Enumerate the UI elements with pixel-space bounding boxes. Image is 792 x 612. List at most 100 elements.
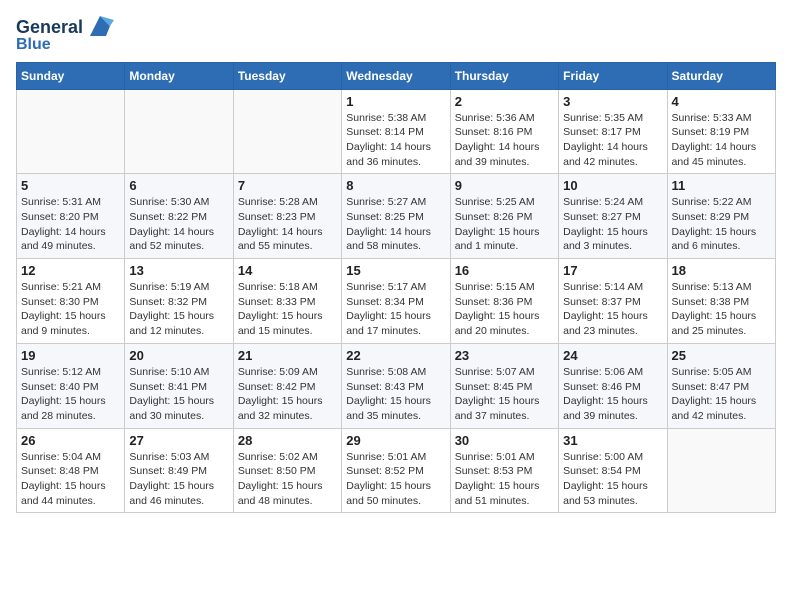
day-number: 6 — [129, 178, 228, 193]
weekday-header-thursday: Thursday — [450, 62, 558, 89]
calendar-cell: 5Sunrise: 5:31 AMSunset: 8:20 PMDaylight… — [17, 174, 125, 259]
day-info: Sunrise: 5:28 AMSunset: 8:23 PMDaylight:… — [238, 195, 337, 254]
calendar-table: SundayMondayTuesdayWednesdayThursdayFrid… — [16, 62, 776, 514]
calendar-cell: 7 Sunrise: 5:28 AMSunset: 8:23 PMDaylight… — [233, 174, 341, 259]
calendar-cell: 27 Sunrise: 5:03 AMSunset: 8:49 PMDayligh… — [125, 428, 233, 513]
day-info: Sunrise: 5:31 AMSunset: 8:20 PMDaylight:… — [21, 195, 120, 254]
day-info: Sunrise: 5:18 AMSunset: 8:33 PMDaylight:… — [238, 280, 337, 339]
weekday-header-row: SundayMondayTuesdayWednesdayThursdayFrid… — [17, 62, 776, 89]
calendar-cell: 22 Sunrise: 5:08 AMSunset: 8:43 PMDayligh… — [342, 343, 450, 428]
calendar-cell: 28Sunrise: 5:02 AMSunset: 8:50 PMDayligh… — [233, 428, 341, 513]
day-number: 12 — [21, 263, 120, 278]
calendar-cell — [667, 428, 775, 513]
logo: General Blue — [16, 16, 114, 54]
day-number: 23 — [455, 348, 554, 363]
calendar-cell: 4 Sunrise: 5:33 AMSunset: 8:19 PMDaylight… — [667, 89, 775, 174]
logo-text: General Blue — [16, 16, 114, 54]
day-info: Sunrise: 5:04 AMSunset: 8:48 PMDaylight:… — [21, 450, 120, 509]
calendar-cell: 19 Sunrise: 5:12 AMSunset: 8:40 PMDayligh… — [17, 343, 125, 428]
day-info: Sunrise: 5:00 AMSunset: 8:54 PMDaylight:… — [563, 450, 662, 509]
day-number: 24 — [563, 348, 662, 363]
day-info: Sunrise: 5:35 AMSunset: 8:17 PMDaylight:… — [563, 111, 662, 170]
calendar-cell: 1 Sunrise: 5:38 AMSunset: 8:14 PMDaylight… — [342, 89, 450, 174]
calendar-cell: 8Sunrise: 5:27 AMSunset: 8:25 PMDaylight… — [342, 174, 450, 259]
day-number: 25 — [672, 348, 771, 363]
day-number: 9 — [455, 178, 554, 193]
weekday-header-monday: Monday — [125, 62, 233, 89]
day-info: Sunrise: 5:38 AMSunset: 8:14 PMDaylight:… — [346, 111, 445, 170]
day-number: 2 — [455, 94, 554, 109]
calendar-cell: 31 Sunrise: 5:00 AMSunset: 8:54 PMDayligh… — [559, 428, 667, 513]
calendar-cell: 24 Sunrise: 5:06 AMSunset: 8:46 PMDayligh… — [559, 343, 667, 428]
calendar-cell — [233, 89, 341, 174]
calendar-cell: 15 Sunrise: 5:17 AMSunset: 8:34 PMDayligh… — [342, 259, 450, 344]
day-info: Sunrise: 5:06 AMSunset: 8:46 PMDaylight:… — [563, 365, 662, 424]
day-info: Sunrise: 5:12 AMSunset: 8:40 PMDaylight:… — [21, 365, 120, 424]
day-info: Sunrise: 5:07 AMSunset: 8:45 PMDaylight:… — [455, 365, 554, 424]
day-number: 31 — [563, 433, 662, 448]
calendar-cell: 17 Sunrise: 5:14 AMSunset: 8:37 PMDayligh… — [559, 259, 667, 344]
calendar-week-3: 12 Sunrise: 5:21 AMSunset: 8:30 PMDayligh… — [17, 259, 776, 344]
day-info: Sunrise: 5:15 AMSunset: 8:36 PMDaylight:… — [455, 280, 554, 339]
day-number: 7 — [238, 178, 337, 193]
day-number: 17 — [563, 263, 662, 278]
day-info: Sunrise: 5:14 AMSunset: 8:37 PMDaylight:… — [563, 280, 662, 339]
calendar-cell: 20Sunrise: 5:10 AMSunset: 8:41 PMDayligh… — [125, 343, 233, 428]
calendar-cell: 21 Sunrise: 5:09 AMSunset: 8:42 PMDayligh… — [233, 343, 341, 428]
calendar-week-5: 26 Sunrise: 5:04 AMSunset: 8:48 PMDayligh… — [17, 428, 776, 513]
calendar-body: 1 Sunrise: 5:38 AMSunset: 8:14 PMDaylight… — [17, 89, 776, 513]
calendar-cell: 9Sunrise: 5:25 AMSunset: 8:26 PMDaylight… — [450, 174, 558, 259]
calendar-cell: 25 Sunrise: 5:05 AMSunset: 8:47 PMDayligh… — [667, 343, 775, 428]
day-number: 13 — [129, 263, 228, 278]
calendar-cell: 10Sunrise: 5:24 AMSunset: 8:27 PMDayligh… — [559, 174, 667, 259]
day-info: Sunrise: 5:08 AMSunset: 8:43 PMDaylight:… — [346, 365, 445, 424]
calendar-cell: 30 Sunrise: 5:01 AMSunset: 8:53 PMDayligh… — [450, 428, 558, 513]
day-info: Sunrise: 5:30 AMSunset: 8:22 PMDaylight:… — [129, 195, 228, 254]
calendar-cell — [17, 89, 125, 174]
calendar-cell: 18 Sunrise: 5:13 AMSunset: 8:38 PMDayligh… — [667, 259, 775, 344]
calendar-cell: 2 Sunrise: 5:36 AMSunset: 8:16 PMDaylight… — [450, 89, 558, 174]
day-number: 18 — [672, 263, 771, 278]
calendar-week-2: 5Sunrise: 5:31 AMSunset: 8:20 PMDaylight… — [17, 174, 776, 259]
day-info: Sunrise: 5:33 AMSunset: 8:19 PMDaylight:… — [672, 111, 771, 170]
day-number: 1 — [346, 94, 445, 109]
day-number: 11 — [672, 178, 771, 193]
day-number: 28 — [238, 433, 337, 448]
day-number: 30 — [455, 433, 554, 448]
calendar-cell: 12 Sunrise: 5:21 AMSunset: 8:30 PMDayligh… — [17, 259, 125, 344]
day-number: 10 — [563, 178, 662, 193]
page-header: General Blue — [16, 16, 776, 54]
day-info: Sunrise: 5:01 AMSunset: 8:52 PMDaylight:… — [346, 450, 445, 509]
day-number: 8 — [346, 178, 445, 193]
day-number: 26 — [21, 433, 120, 448]
day-info: Sunrise: 5:05 AMSunset: 8:47 PMDaylight:… — [672, 365, 771, 424]
day-number: 21 — [238, 348, 337, 363]
day-number: 29 — [346, 433, 445, 448]
day-number: 27 — [129, 433, 228, 448]
day-number: 15 — [346, 263, 445, 278]
calendar-cell: 16Sunrise: 5:15 AMSunset: 8:36 PMDayligh… — [450, 259, 558, 344]
day-info: Sunrise: 5:01 AMSunset: 8:53 PMDaylight:… — [455, 450, 554, 509]
day-info: Sunrise: 5:22 AMSunset: 8:29 PMDaylight:… — [672, 195, 771, 254]
weekday-header-sunday: Sunday — [17, 62, 125, 89]
day-number: 22 — [346, 348, 445, 363]
weekday-header-wednesday: Wednesday — [342, 62, 450, 89]
weekday-header-tuesday: Tuesday — [233, 62, 341, 89]
calendar-cell: 23 Sunrise: 5:07 AMSunset: 8:45 PMDayligh… — [450, 343, 558, 428]
logo-icon — [86, 12, 114, 40]
day-number: 4 — [672, 94, 771, 109]
calendar-cell: 14Sunrise: 5:18 AMSunset: 8:33 PMDayligh… — [233, 259, 341, 344]
day-info: Sunrise: 5:21 AMSunset: 8:30 PMDaylight:… — [21, 280, 120, 339]
day-info: Sunrise: 5:10 AMSunset: 8:41 PMDaylight:… — [129, 365, 228, 424]
day-info: Sunrise: 5:17 AMSunset: 8:34 PMDaylight:… — [346, 280, 445, 339]
calendar-cell: 11 Sunrise: 5:22 AMSunset: 8:29 PMDayligh… — [667, 174, 775, 259]
day-info: Sunrise: 5:03 AMSunset: 8:49 PMDaylight:… — [129, 450, 228, 509]
day-info: Sunrise: 5:13 AMSunset: 8:38 PMDaylight:… — [672, 280, 771, 339]
calendar-cell: 13Sunrise: 5:19 AMSunset: 8:32 PMDayligh… — [125, 259, 233, 344]
day-number: 19 — [21, 348, 120, 363]
day-info: Sunrise: 5:09 AMSunset: 8:42 PMDaylight:… — [238, 365, 337, 424]
calendar-cell: 6 Sunrise: 5:30 AMSunset: 8:22 PMDaylight… — [125, 174, 233, 259]
day-info: Sunrise: 5:36 AMSunset: 8:16 PMDaylight:… — [455, 111, 554, 170]
weekday-header-friday: Friday — [559, 62, 667, 89]
day-number: 3 — [563, 94, 662, 109]
